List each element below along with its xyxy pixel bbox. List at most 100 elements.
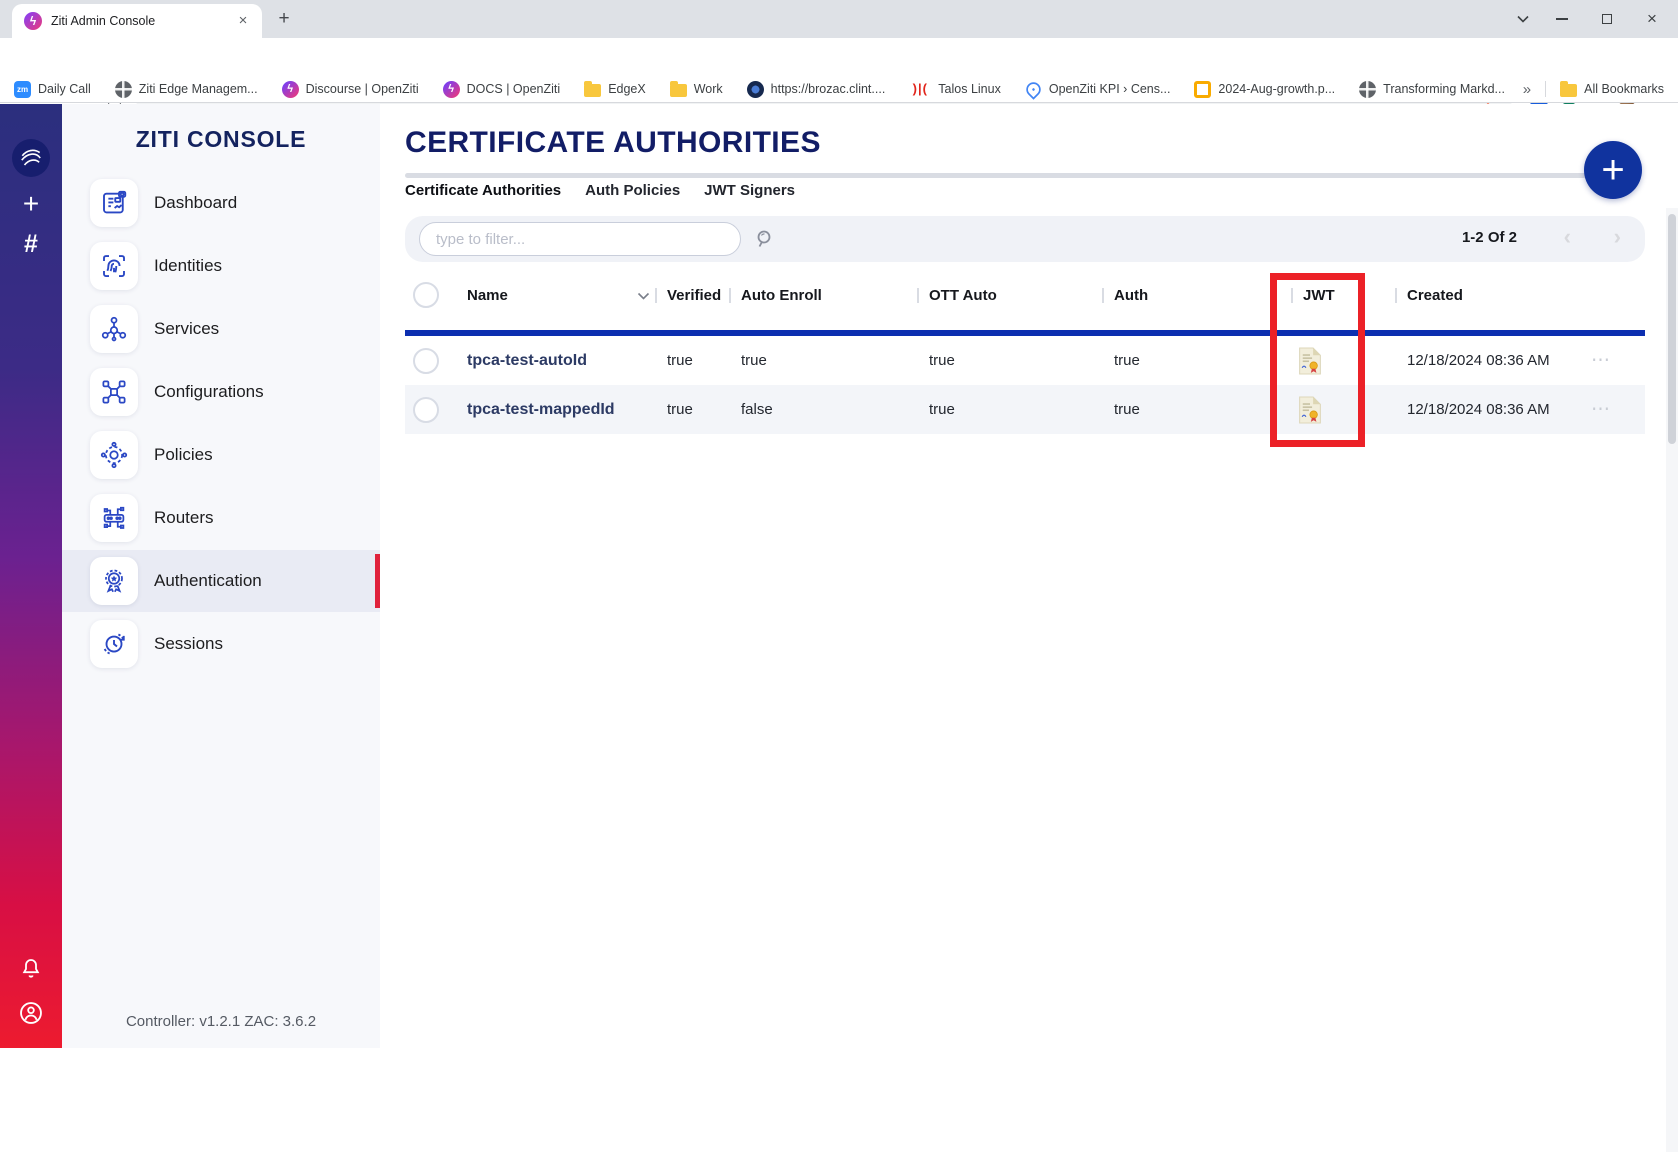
browser-tab[interactable]: ϟ Ziti Admin Console × — [12, 4, 262, 38]
site-icon — [747, 81, 764, 98]
ott-auto-value: true — [929, 385, 955, 434]
fingerprint-icon — [90, 242, 138, 290]
new-tab-button[interactable]: + — [272, 8, 296, 32]
sidebar-item-policies[interactable]: Policies — [62, 424, 380, 486]
certificate-icon[interactable] — [1298, 385, 1322, 434]
folder-icon — [584, 84, 601, 97]
window-maximize-button[interactable] — [1584, 0, 1630, 38]
sessions-clock-icon — [90, 620, 138, 668]
row-checkbox[interactable] — [413, 336, 439, 385]
table-row[interactable]: tpca-test-mappedId true false true true … — [405, 385, 1645, 434]
page-scrollbar[interactable] — [1666, 208, 1678, 1152]
column-verified[interactable]: Verified — [667, 272, 721, 318]
sidebar-item-authentication[interactable]: Authentication — [62, 550, 380, 612]
bookmark-item[interactable]: EdgeX — [584, 81, 646, 97]
globe-icon — [1359, 81, 1376, 98]
table-row[interactable]: tpca-test-autoId true true true true 12/… — [405, 336, 1645, 385]
bookmark-item[interactable]: OpenZiti KPI › Cens... — [1025, 81, 1171, 98]
column-auth[interactable]: Auth — [1114, 272, 1148, 318]
bookmark-item[interactable]: Ziti Edge Managem... — [115, 81, 258, 98]
auth-value: true — [1114, 385, 1140, 434]
bookmarks-overflow-icon[interactable]: » — [1523, 81, 1531, 98]
services-network-icon — [90, 305, 138, 353]
column-ott-auto[interactable]: OTT Auto — [929, 272, 997, 318]
version-footer: Controller: v1.2.1 ZAC: 3.6.2 — [62, 1013, 380, 1030]
auto-enroll-value: true — [741, 336, 767, 385]
rail-add-icon[interactable]: + — [0, 188, 62, 220]
created-value: 12/18/2024 08:36 AM — [1407, 336, 1550, 385]
select-all-checkbox[interactable] — [413, 272, 439, 318]
bookmark-item[interactable]: Talos Linux — [909, 81, 1001, 98]
filter-bar: 1-2 Of 2 ‹ › — [405, 216, 1645, 262]
sidebar-item-sessions[interactable]: Sessions — [62, 613, 380, 675]
openziti-icon — [443, 81, 460, 98]
pagination-label: 1-2 Of 2 — [1462, 229, 1517, 246]
scrollbar-thumb[interactable] — [1668, 214, 1676, 444]
window-minimize-button[interactable] — [1539, 0, 1585, 38]
window-close-button[interactable]: × — [1629, 0, 1675, 38]
policies-gear-icon — [90, 431, 138, 479]
add-certificate-authority-button[interactable]: + — [1584, 141, 1642, 199]
sidebar-item-identities[interactable]: Identities — [62, 235, 380, 297]
sidebar-item-services[interactable]: Services — [62, 298, 380, 360]
row-more-icon[interactable]: ⋯ — [1591, 336, 1612, 385]
bookmark-item[interactable]: DOCS | OpenZiti — [443, 81, 561, 98]
sidebar-item-configurations[interactable]: Configurations — [62, 361, 380, 423]
search-icon[interactable] — [753, 227, 777, 256]
left-rail: + # — [0, 104, 62, 1048]
droplet-icon — [1023, 79, 1043, 99]
auto-enroll-value: false — [741, 385, 773, 434]
pagination-prev-icon[interactable]: ‹ — [1564, 224, 1571, 250]
verified-value: true — [667, 336, 693, 385]
dashboard-icon — [90, 179, 138, 227]
ziti-favicon: ϟ — [24, 12, 42, 30]
rail-hash-icon[interactable]: # — [0, 230, 62, 259]
row-checkbox[interactable] — [413, 385, 439, 434]
sidebar-nav: ZITI CONSOLE Dashboard Identities Servic… — [62, 104, 380, 1048]
bookmark-item[interactable]: Daily Call — [14, 81, 91, 98]
verified-value: true — [667, 385, 693, 434]
zoom-icon — [14, 81, 31, 98]
page-title: CERTIFICATE AUTHORITIES — [405, 126, 821, 160]
column-created[interactable]: Created — [1407, 272, 1463, 318]
all-bookmarks-label[interactable]: All Bookmarks — [1584, 82, 1664, 96]
ca-name[interactable]: tpca-test-mappedId — [467, 385, 615, 434]
browser-tabstrip: ϟ Ziti Admin Console × + × — [0, 0, 1678, 38]
row-more-icon[interactable]: ⋯ — [1591, 385, 1612, 434]
bookmark-item[interactable]: Discourse | OpenZiti — [282, 81, 419, 98]
openziti-icon — [282, 81, 299, 98]
sidebar-item-routers[interactable]: Routers — [62, 487, 380, 549]
certificate-icon[interactable] — [1298, 336, 1322, 385]
talos-icon — [909, 81, 931, 98]
bookmark-item[interactable]: Transforming Markd... — [1359, 81, 1505, 98]
tab-close-icon[interactable]: × — [234, 12, 252, 30]
zac-app: + # ZITI CONSOLE Dashboard Identities — [0, 104, 1678, 1048]
notifications-bell-icon[interactable] — [0, 956, 62, 985]
folder-icon — [670, 84, 687, 97]
globe-icon — [115, 81, 132, 98]
tab-jwt-signers[interactable]: JWT Signers — [704, 182, 795, 199]
doc-icon — [1194, 81, 1211, 98]
pagination-next-icon[interactable]: › — [1614, 224, 1621, 250]
column-auto-enroll[interactable]: Auto Enroll — [741, 272, 822, 318]
profile-icon[interactable] — [0, 1000, 62, 1031]
bookmark-item[interactable]: 2024-Aug-growth.p... — [1194, 81, 1335, 98]
folder-icon — [1560, 84, 1577, 97]
column-jwt[interactable]: JWT — [1303, 272, 1335, 318]
sidebar-item-dashboard[interactable]: Dashboard — [62, 172, 380, 234]
sort-chevron-icon[interactable] — [637, 288, 650, 306]
created-value: 12/18/2024 08:36 AM — [1407, 385, 1550, 434]
ott-auto-value: true — [929, 336, 955, 385]
bookmark-item[interactable]: Work — [670, 81, 723, 97]
column-name[interactable]: Name — [467, 272, 508, 318]
ziti-logo-icon[interactable] — [12, 139, 50, 177]
tab-auth-policies[interactable]: Auth Policies — [585, 182, 680, 199]
router-icon — [90, 494, 138, 542]
browser-toolbar: https://ctrl.cdaws.clint.demo.openziti.o… — [0, 38, 1678, 76]
tab-certificate-authorities[interactable]: Certificate Authorities — [405, 182, 561, 199]
filter-input[interactable] — [419, 222, 741, 256]
ca-name[interactable]: tpca-test-autoId — [467, 336, 587, 385]
tab-title: Ziti Admin Console — [51, 14, 234, 28]
bookmarks-bar: Daily Call Ziti Edge Managem... Discours… — [0, 76, 1678, 103]
bookmark-item[interactable]: https://brozac.clint.... — [747, 81, 886, 98]
